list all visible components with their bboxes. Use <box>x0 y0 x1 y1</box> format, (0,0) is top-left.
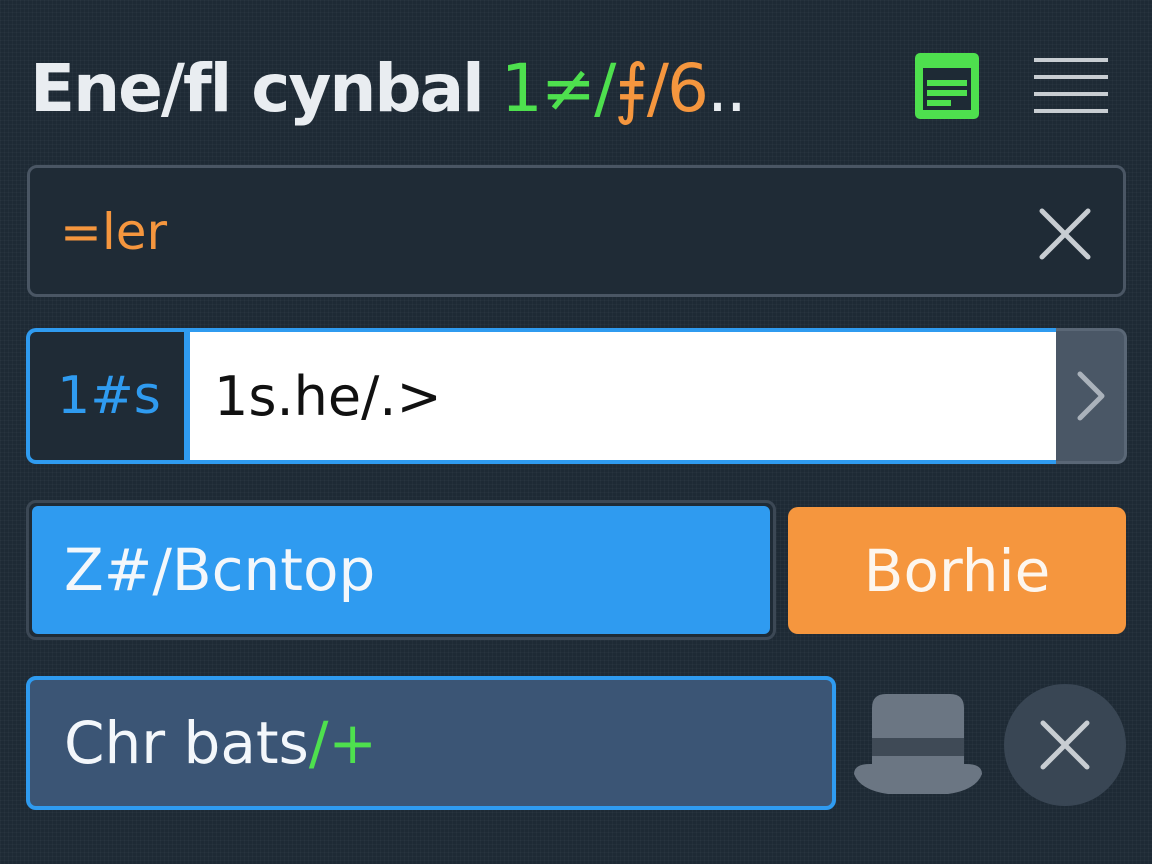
search-input-value[interactable]: =ler <box>60 196 167 268</box>
path-go-button[interactable] <box>1056 328 1127 464</box>
primary-action-button[interactable]: Z#/Bcntop <box>32 506 770 634</box>
search-field[interactable] <box>27 165 1126 297</box>
page-title: Ene/fl cynbal 1≠/ ⨎/6 .. <box>30 44 747 134</box>
secondary-action-button[interactable]: Borhie <box>788 507 1126 634</box>
path-input[interactable]: 1s.he/.> <box>184 328 1062 464</box>
title-green-segment: 1≠/ <box>500 50 617 127</box>
title-orange-segment: ⨎/6 <box>614 50 709 127</box>
bottom-field-text: Chr bats <box>64 709 309 777</box>
close-icon <box>1040 720 1090 770</box>
title-main: Ene/fl cynbal <box>30 50 485 127</box>
bottom-field[interactable]: Chr bats/+ <box>26 676 836 810</box>
bottom-field-suffix: /+ <box>308 709 377 777</box>
chevron-right-icon <box>1077 371 1105 421</box>
hamburger-menu-icon[interactable] <box>1034 58 1108 114</box>
path-prefix-label: 1#s <box>26 328 188 464</box>
close-icon[interactable] <box>1036 205 1094 263</box>
close-button[interactable] <box>1004 684 1126 806</box>
title-tail: .. <box>706 50 747 127</box>
hat-icon[interactable] <box>852 690 984 806</box>
document-icon[interactable] <box>912 50 982 122</box>
